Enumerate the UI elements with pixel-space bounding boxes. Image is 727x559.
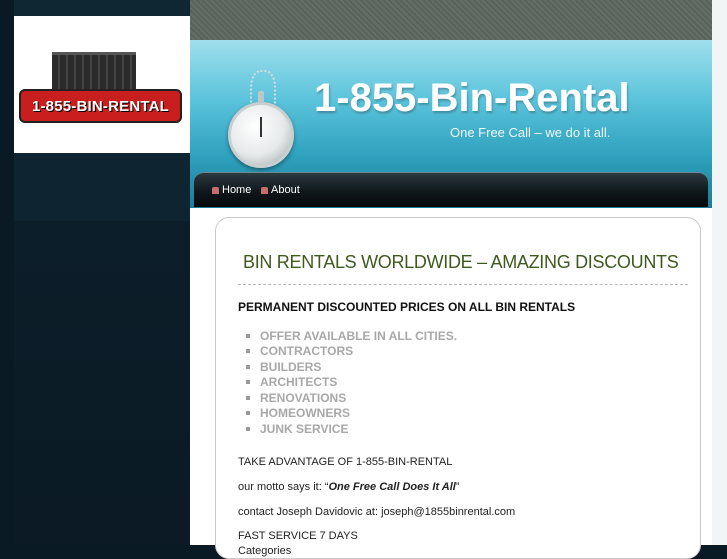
post-title[interactable]: BIN RENTALS WORLDWIDE – AMAZING DISCOUNT…: [243, 252, 679, 273]
list-item: BUILDERS: [246, 359, 457, 375]
bullet-icon: [246, 364, 250, 369]
list-item: HOMEOWNERS: [246, 406, 457, 422]
logo-banner: 1-855-BIN-RENTAL: [19, 89, 182, 123]
content-area: BIN RENTALS WORLDWIDE – AMAZING DISCOUNT…: [190, 208, 712, 559]
site-title[interactable]: 1-855-Bin-Rental: [314, 76, 630, 121]
page-icon: [261, 186, 268, 194]
post-box: BIN RENTALS WORLDWIDE – AMAZING DISCOUNT…: [215, 217, 701, 559]
nav-about[interactable]: About: [261, 184, 300, 196]
service-text: FAST SERVICE 7 DAYS: [238, 530, 358, 542]
main-nav: Home About: [194, 172, 708, 207]
service-list: OFFER AVAILABLE IN ALL CITIES. CONTRACTO…: [246, 328, 457, 437]
logo-text: 1-855-BIN-RENTAL: [31, 97, 170, 115]
site-logo[interactable]: 1-855-BIN-RENTAL: [14, 16, 190, 153]
post-subhead: PERMANENT DISCOUNTED PRICES ON ALL BIN R…: [238, 300, 576, 314]
contact-text: contact Joseph Davidovic at: joseph@1855…: [238, 506, 516, 518]
list-item: JUNK SERVICE: [246, 421, 457, 437]
right-edge: [712, 0, 727, 545]
advantage-text: TAKE ADVANTAGE OF 1-855-BIN-RENTAL: [238, 456, 453, 468]
nav-home[interactable]: Home: [212, 184, 251, 196]
nav-about-label: About: [271, 184, 300, 196]
motto-quote: One Free Call Does It All: [328, 481, 456, 493]
bullet-icon: [246, 395, 250, 400]
bullet-icon: [246, 411, 250, 416]
bullet-icon: [246, 333, 250, 338]
bullet-icon: [246, 349, 250, 354]
nav-home-label: Home: [222, 184, 252, 196]
bullet-icon: [246, 380, 250, 385]
title-divider: [238, 284, 688, 285]
categories-label: Categories: [238, 545, 292, 557]
left-sidebar: 1-855-BIN-RENTAL: [14, 0, 190, 545]
stopwatch-icon: [228, 91, 294, 168]
bullet-icon: [246, 426, 250, 431]
site-tagline: One Free Call – we do it all.: [450, 125, 611, 140]
list-item: RENOVATIONS: [246, 390, 457, 406]
list-item: OFFER AVAILABLE IN ALL CITIES.: [246, 328, 457, 344]
site-header: 1-855-Bin-Rental One Free Call – we do i…: [190, 40, 712, 208]
top-texture-bar: [190, 0, 712, 40]
sidebar-band: [14, 153, 190, 221]
list-item: ARCHITECTS: [246, 375, 457, 391]
motto-text: our motto says it: “One Free Call Does I…: [238, 481, 460, 493]
sidebar-top-strip: [14, 0, 190, 16]
list-item: CONTRACTORS: [246, 344, 457, 360]
home-icon: [212, 186, 219, 194]
